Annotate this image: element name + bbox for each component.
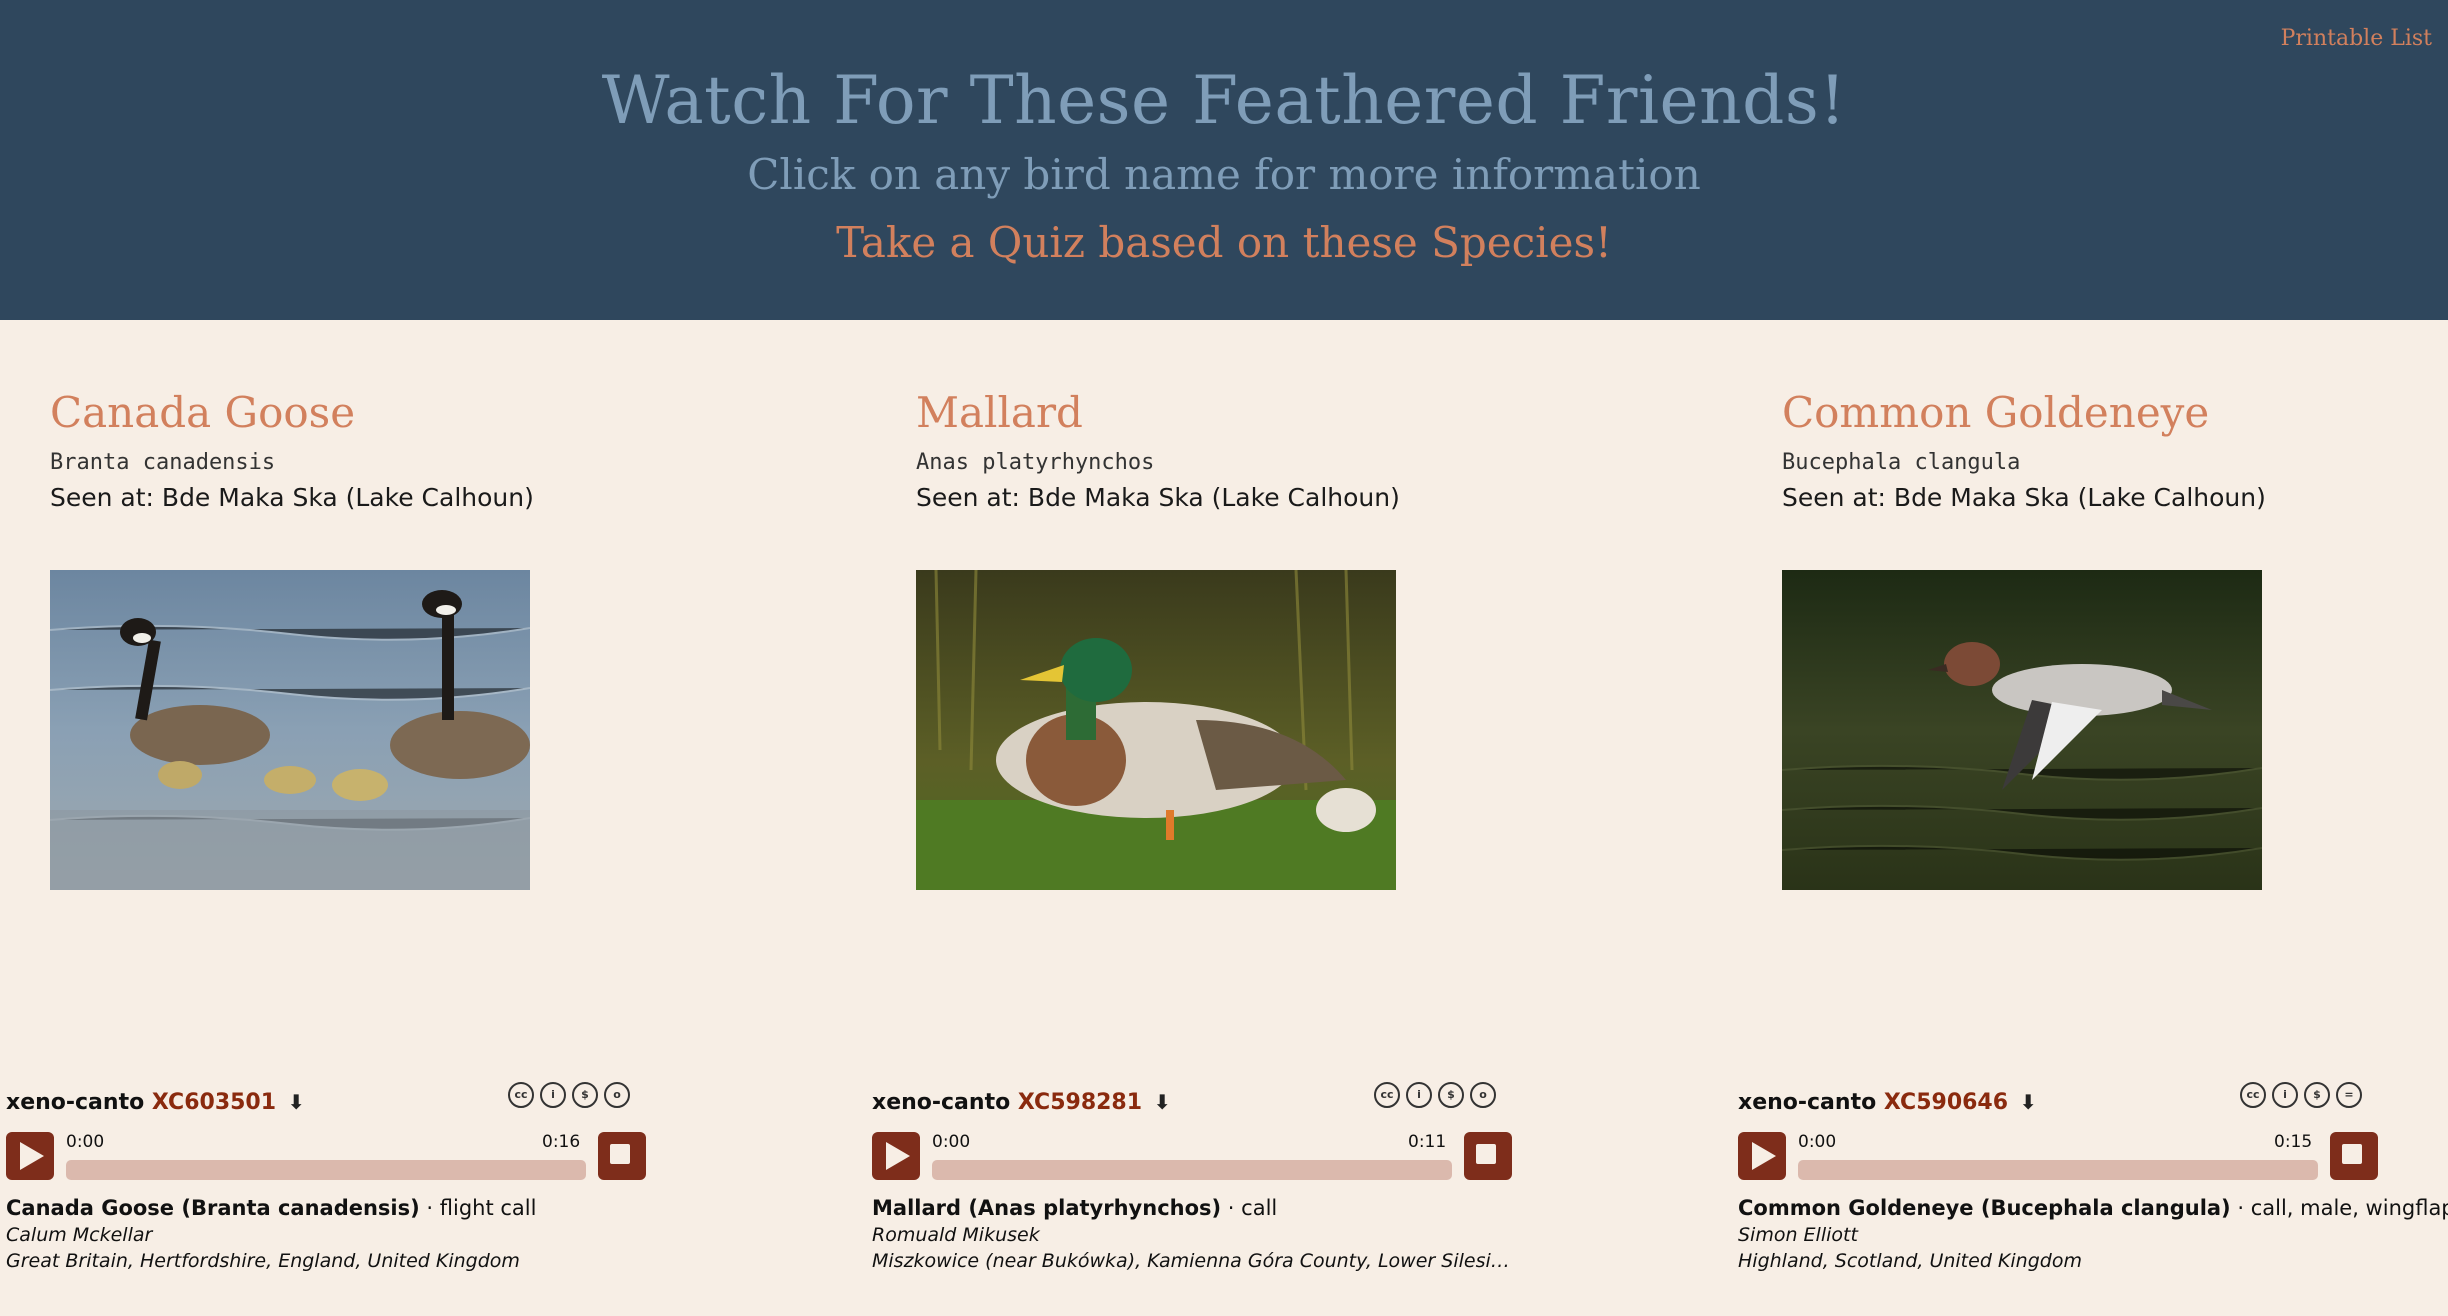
page-header: Printable List Watch For These Feathered… — [0, 0, 2448, 320]
by-icon: i — [2272, 1082, 2298, 1108]
scientific-name: Bucephala clangula — [1782, 450, 2021, 475]
xc-id-link[interactable]: XC598281 — [1018, 1090, 1142, 1115]
bird-card-canada-goose: Canada Goose Branta canadensis Seen at: … — [50, 384, 610, 890]
cc-icon: cc — [2240, 1082, 2266, 1108]
recording-type: · flight call — [419, 1196, 537, 1220]
xeno-canto-link: xeno-canto XC598281 ⬇ — [872, 1090, 1170, 1115]
time-end: 0:16 — [542, 1132, 581, 1152]
recording-location: Miszkowice (near Bukówka), Kamienna Góra… — [872, 1250, 1512, 1272]
stop-button[interactable] — [2330, 1132, 2378, 1180]
cc-icon: cc — [508, 1082, 534, 1108]
recording-location: Highland, Scotland, United Kingdom — [1738, 1250, 2082, 1272]
play-button[interactable] — [6, 1132, 54, 1180]
stop-button[interactable] — [1464, 1132, 1512, 1180]
nc-icon: $ — [2304, 1082, 2330, 1108]
recording-title: Mallard (Anas platyrhynchos) · call — [872, 1196, 1512, 1220]
xc-source: xeno-canto — [872, 1090, 1011, 1115]
bird-name-link[interactable]: Common Goldeneye — [1782, 384, 2342, 442]
by-icon: i — [1406, 1082, 1432, 1108]
progress-bar[interactable] — [932, 1160, 1452, 1180]
nc-icon: $ — [572, 1082, 598, 1108]
bird-name-link[interactable]: Canada Goose — [50, 384, 610, 442]
by-icon: i — [540, 1082, 566, 1108]
scientific-name: Branta canadensis — [50, 450, 276, 475]
progress-bar[interactable] — [66, 1160, 586, 1180]
seen-at-location: Seen at: Bde Maka Ska (Lake Calhoun) — [50, 483, 534, 512]
time-start: 0:00 — [932, 1132, 971, 1152]
page-title: Watch For These Feathered Friends! — [601, 62, 1847, 139]
seen-at-location: Seen at: Bde Maka Ska (Lake Calhoun) — [1782, 483, 2266, 512]
bird-photo — [50, 570, 530, 890]
time-start: 0:00 — [1798, 1132, 1837, 1152]
license-icons[interactable]: cc i $ o — [1374, 1082, 1502, 1108]
time-end: 0:15 — [2274, 1132, 2313, 1152]
sa-icon: o — [1470, 1082, 1496, 1108]
recording-info: Mallard (Anas platyrhynchos) · call Romu… — [872, 1196, 1512, 1272]
recording-type: · call, male, wingflap — [2230, 1196, 2448, 1220]
printable-list-link[interactable]: Printable List — [2281, 26, 2432, 51]
recording-info: Canada Goose (Branta canadensis) · fligh… — [6, 1196, 646, 1272]
recordist: Calum Mckellar — [6, 1224, 153, 1246]
xc-id-link[interactable]: XC590646 — [1884, 1090, 2008, 1115]
bird-name-link[interactable]: Mallard — [916, 384, 1476, 442]
recordist: Simon Elliott — [1738, 1224, 1858, 1246]
bird-card-common-goldeneye: Common Goldeneye Bucephala clangula Seen… — [1782, 384, 2342, 890]
scientific-name: Anas platyrhynchos — [916, 450, 1155, 475]
recording-type: · call — [1221, 1196, 1278, 1220]
download-icon[interactable]: ⬇ — [1154, 1090, 1171, 1114]
xeno-canto-link: xeno-canto XC603501 ⬇ — [6, 1090, 304, 1115]
recording-title: Common Goldeneye (Bucephala clangula) · … — [1738, 1196, 2448, 1220]
recording-title: Canada Goose (Branta canadensis) · fligh… — [6, 1196, 646, 1220]
recording-species: Mallard (Anas platyrhynchos) — [872, 1196, 1222, 1220]
xc-id-link[interactable]: XC603501 — [152, 1090, 276, 1115]
play-button[interactable] — [1738, 1132, 1786, 1180]
recording-species: Common Goldeneye (Bucephala clangula) — [1738, 1196, 2231, 1220]
page-subtitle: Click on any bird name for more informat… — [747, 150, 1701, 199]
sa-icon: o — [604, 1082, 630, 1108]
bird-photo — [1782, 570, 2262, 890]
recording-species: Canada Goose (Branta canadensis) — [6, 1196, 420, 1220]
progress-bar[interactable] — [1798, 1160, 2318, 1180]
license-icons[interactable]: cc i $ o — [508, 1082, 636, 1108]
quiz-link[interactable]: Take a Quiz based on these Species! — [0, 218, 2448, 267]
play-button[interactable] — [872, 1132, 920, 1180]
bird-card-mallard: Mallard Anas platyrhynchos Seen at: Bde … — [916, 384, 1476, 890]
recording-location: Great Britain, Hertfordshire, England, U… — [6, 1250, 520, 1272]
time-start: 0:00 — [66, 1132, 105, 1152]
download-icon[interactable]: ⬇ — [2020, 1090, 2037, 1114]
license-icons[interactable]: cc i $ = — [2240, 1082, 2368, 1108]
xc-source: xeno-canto — [6, 1090, 145, 1115]
recordist: Romuald Mikusek — [872, 1224, 1040, 1246]
xc-source: xeno-canto — [1738, 1090, 1877, 1115]
time-end: 0:11 — [1408, 1132, 1447, 1152]
sa-icon: = — [2336, 1082, 2362, 1108]
recording-info: Common Goldeneye (Bucephala clangula) · … — [1738, 1196, 2448, 1272]
bird-photo — [916, 570, 1396, 890]
seen-at-location: Seen at: Bde Maka Ska (Lake Calhoun) — [916, 483, 1400, 512]
xeno-canto-link: xeno-canto XC590646 ⬇ — [1738, 1090, 2036, 1115]
cc-icon: cc — [1374, 1082, 1400, 1108]
download-icon[interactable]: ⬇ — [288, 1090, 305, 1114]
stop-button[interactable] — [598, 1132, 646, 1180]
nc-icon: $ — [1438, 1082, 1464, 1108]
